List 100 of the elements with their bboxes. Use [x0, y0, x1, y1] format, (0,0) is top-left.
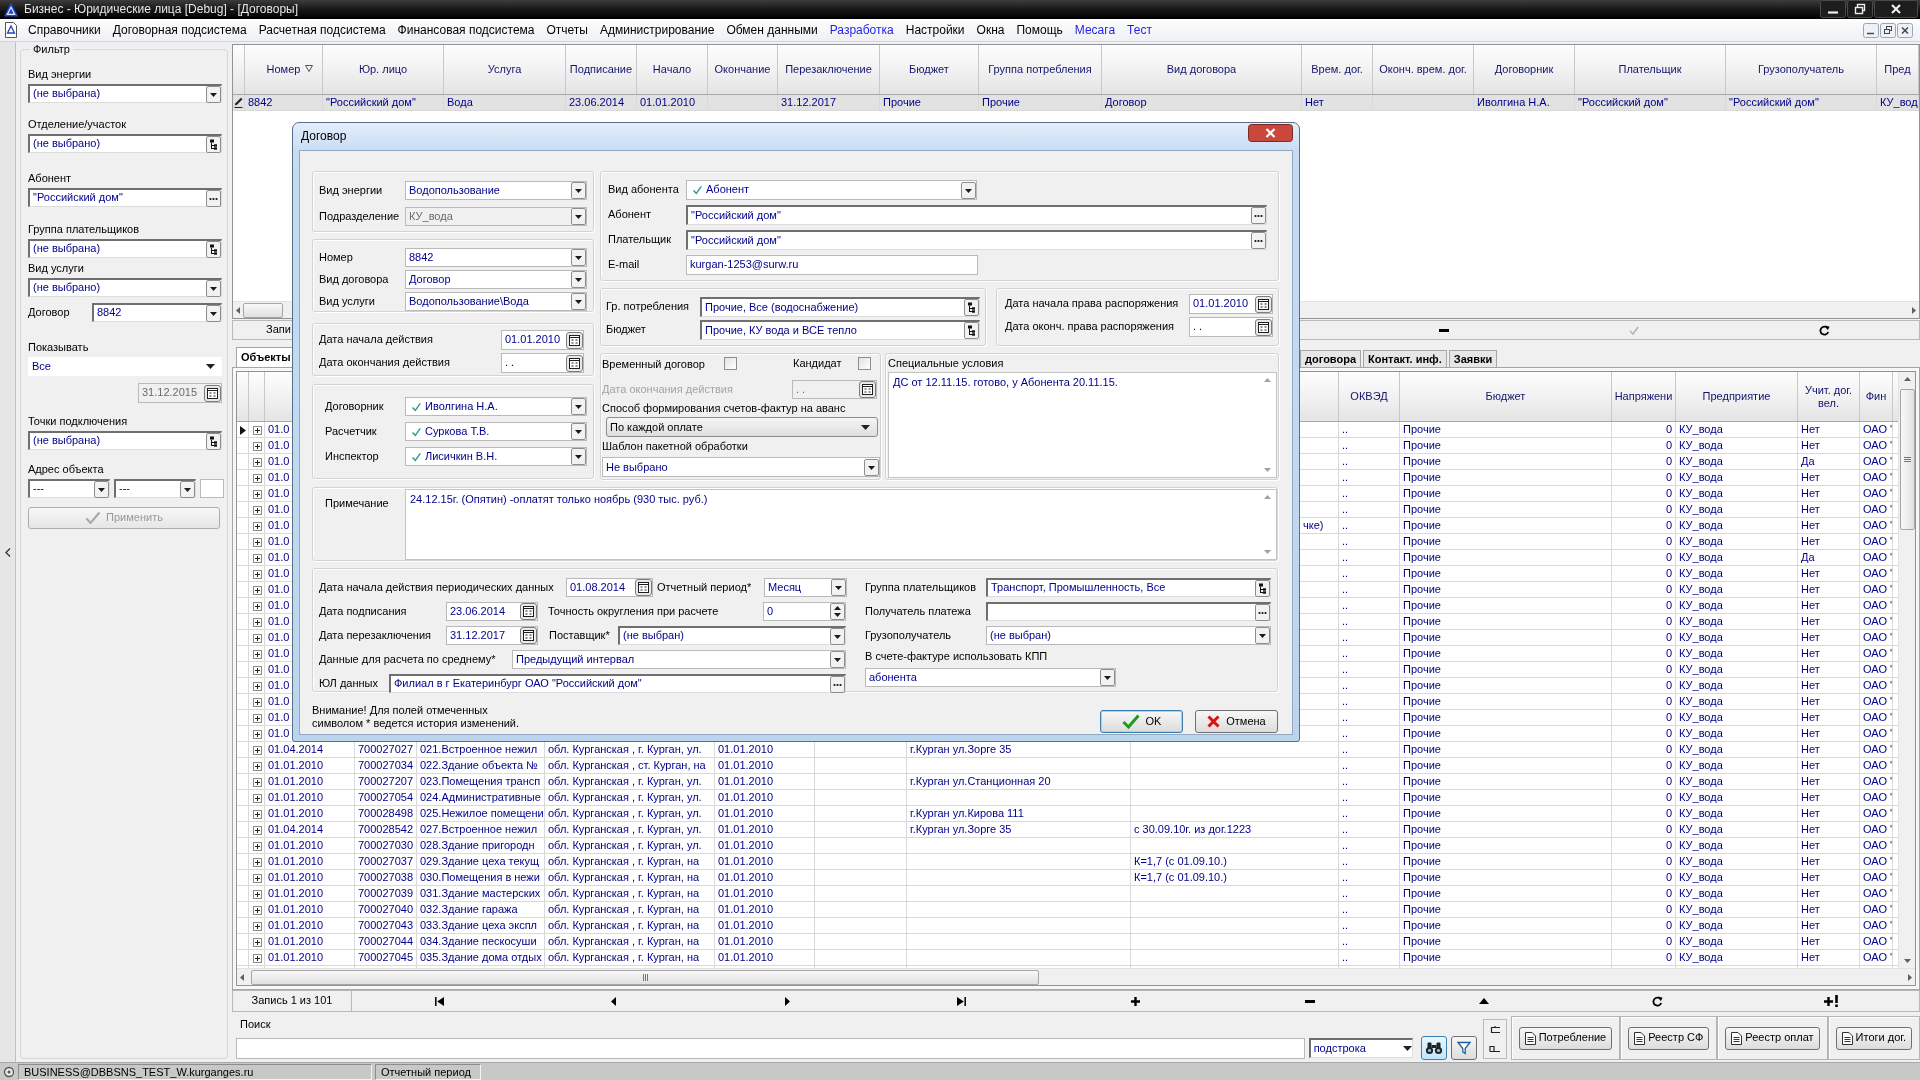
lookup-field[interactable]: Филиал в г Екатеринбург ОАО "Российский дом" — [389, 674, 846, 693]
plus-box-icon[interactable] — [252, 537, 262, 547]
minimize-icon[interactable] — [1820, 0, 1846, 18]
up-triangle-icon[interactable] — [1478, 998, 1489, 1004]
plus-box-icon[interactable] — [252, 441, 262, 451]
search-field[interactable] — [236, 1037, 1305, 1059]
plus-box-icon[interactable] — [252, 889, 262, 899]
calendar-icon[interactable] — [1255, 295, 1272, 313]
tree-icon[interactable] — [1255, 579, 1270, 597]
text-field[interactable]: kurgan-1253@surw.ru — [686, 255, 978, 275]
dropdown-field[interactable]: 8842 — [405, 248, 587, 267]
column-header[interactable]: Группа потребления — [979, 45, 1102, 94]
caret-icon[interactable] — [180, 480, 195, 498]
action-button[interactable]: Реестр оплат — [1725, 1026, 1820, 1050]
refresh-icon[interactable] — [1818, 324, 1830, 336]
dropdown-field[interactable]: По каждой оплате — [606, 417, 878, 438]
cancel-button[interactable]: Отмена — [1195, 710, 1278, 733]
caret-icon[interactable] — [206, 364, 215, 369]
dropdown-field[interactable]: Суркова Т.В. — [405, 422, 587, 441]
date-field[interactable]: 01.01.2010 — [1189, 294, 1273, 314]
dropdown-field[interactable]: (не выбран) — [618, 626, 846, 645]
previous-icon[interactable] — [610, 996, 616, 1006]
minus-icon[interactable] — [1439, 328, 1449, 332]
column-header[interactable]: Врем. дог. — [1302, 45, 1373, 94]
calendar-icon[interactable] — [520, 603, 537, 620]
caret-icon[interactable] — [571, 271, 586, 288]
dropdown-field[interactable]: подстрока — [1308, 1038, 1413, 1058]
column-header[interactable]: Бюджет — [880, 45, 979, 94]
scroll-left-icon[interactable] — [240, 973, 244, 981]
skip-last-icon[interactable] — [956, 996, 966, 1006]
dropdown-field[interactable]: (не выбран) — [986, 626, 1271, 645]
tree-select-field[interactable]: (не выбрана) — [28, 431, 222, 450]
plus-box-icon[interactable] — [252, 937, 262, 947]
vertical-scrollbar[interactable] — [1898, 372, 1915, 968]
caret-icon[interactable] — [861, 424, 870, 430]
column-header[interactable]: Напряжени — [1612, 372, 1676, 421]
plus-box-icon[interactable] — [252, 697, 262, 707]
spin-icon[interactable] — [830, 603, 845, 620]
scroll-up-icon[interactable] — [1903, 377, 1911, 381]
restore-icon[interactable] — [1847, 0, 1873, 18]
plus-box-icon[interactable] — [252, 713, 262, 723]
calendar-icon[interactable] — [566, 331, 583, 349]
plus-box-icon[interactable] — [252, 761, 262, 771]
caret-icon[interactable] — [864, 458, 879, 476]
plus-box-icon[interactable] — [252, 873, 262, 883]
ellipsis-icon[interactable] — [1255, 603, 1270, 621]
caret-icon[interactable] — [1255, 627, 1270, 644]
date-field[interactable]: . . — [501, 353, 584, 373]
scroll-right-icon[interactable] — [1912, 306, 1916, 314]
bracket-icon[interactable] — [1488, 1025, 1501, 1034]
refresh-icon[interactable] — [1652, 995, 1664, 1007]
plus-box-icon[interactable] — [252, 473, 262, 483]
caret-icon[interactable] — [94, 480, 109, 498]
dropdown-field[interactable]: --- — [28, 479, 110, 498]
spin-field[interactable]: 0 — [763, 602, 846, 621]
caret-icon[interactable] — [571, 448, 586, 465]
close-icon[interactable] — [1897, 22, 1913, 38]
menu-item[interactable]: Обмен данными — [720, 21, 824, 39]
caret-icon[interactable] — [961, 181, 976, 199]
caret-icon[interactable] — [830, 627, 845, 645]
caret-icon[interactable] — [1402, 1046, 1412, 1051]
plus-box-icon[interactable] — [252, 617, 262, 627]
plus-box-icon[interactable] — [252, 521, 262, 531]
checkbox[interactable] — [724, 357, 737, 371]
menu-item[interactable]: Расчетная подсистема — [252, 21, 392, 39]
column-header[interactable]: Подписание — [566, 45, 637, 94]
column-header[interactable]: Учит. дог. вел. — [1798, 372, 1860, 421]
plus-box-icon[interactable] — [252, 793, 262, 803]
calendar-icon[interactable] — [1255, 318, 1272, 336]
plus-box-icon[interactable] — [252, 777, 262, 787]
dropdown-field[interactable]: (не выбрана) — [28, 84, 222, 103]
memo-field[interactable]: 24.12.15г. (Опятин) -оплатят только ноябрь (930 тыс. руб.) — [405, 489, 1277, 560]
plus-box-icon[interactable] — [252, 921, 262, 931]
scroll-down-icon[interactable] — [1264, 468, 1271, 472]
plus-box-icon[interactable] — [252, 825, 262, 835]
menu-item[interactable]: Отчеты — [540, 21, 594, 39]
plus-box-icon[interactable] — [252, 489, 262, 499]
menu-item[interactable]: Финансовая подсистема — [391, 21, 541, 39]
chevron-left-icon[interactable] — [4, 547, 11, 557]
plus-box-icon[interactable] — [252, 745, 262, 755]
hook-icon[interactable] — [1488, 1044, 1501, 1053]
close-icon[interactable] — [1248, 124, 1293, 142]
scroll-right-icon[interactable] — [1908, 973, 1912, 981]
column-header[interactable]: Плательщик — [1575, 45, 1726, 94]
tab[interactable]: договора — [1300, 350, 1362, 367]
plus-box-icon[interactable] — [252, 585, 262, 595]
tree-select-field[interactable]: (не выбрана) — [28, 239, 222, 258]
plus-box-icon[interactable] — [252, 425, 262, 435]
lookup-field[interactable]: "Российский дом" — [686, 230, 1267, 250]
date-field[interactable]: 01.08.2014 — [566, 578, 653, 597]
plus-box-icon[interactable] — [252, 649, 262, 659]
column-header[interactable]: Юр. лицо — [323, 45, 444, 94]
tree-icon[interactable] — [206, 135, 221, 153]
restore-icon[interactable] — [1880, 22, 1896, 38]
plus-exclamation-icon[interactable] — [1823, 995, 1840, 1007]
caret-icon[interactable] — [206, 279, 221, 297]
plus-box-icon[interactable] — [252, 601, 262, 611]
calendar-icon[interactable] — [566, 354, 583, 372]
menu-item[interactable]: Справочники — [22, 21, 107, 39]
action-button[interactable]: Реестр СФ — [1628, 1026, 1710, 1050]
